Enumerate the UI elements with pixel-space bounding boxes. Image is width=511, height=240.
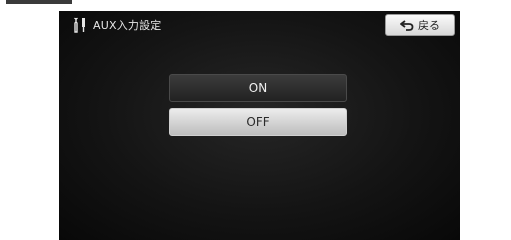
back-button-label: 戻る bbox=[418, 19, 440, 32]
page-title: AUX入力設定 bbox=[93, 19, 162, 32]
page-header: AUX入力設定 bbox=[73, 16, 162, 34]
option-off-label: OFF bbox=[246, 115, 270, 129]
return-arrow-icon bbox=[400, 19, 414, 31]
wrench-screwdriver-icon bbox=[73, 17, 87, 33]
option-on-label: ON bbox=[248, 81, 268, 95]
settings-screen: AUX入力設定 戻る ON OFF bbox=[59, 11, 460, 240]
option-on-button[interactable]: ON bbox=[169, 74, 347, 102]
option-off-button[interactable]: OFF bbox=[169, 108, 347, 136]
back-button[interactable]: 戻る bbox=[385, 14, 455, 36]
corner-tab bbox=[6, 0, 72, 4]
